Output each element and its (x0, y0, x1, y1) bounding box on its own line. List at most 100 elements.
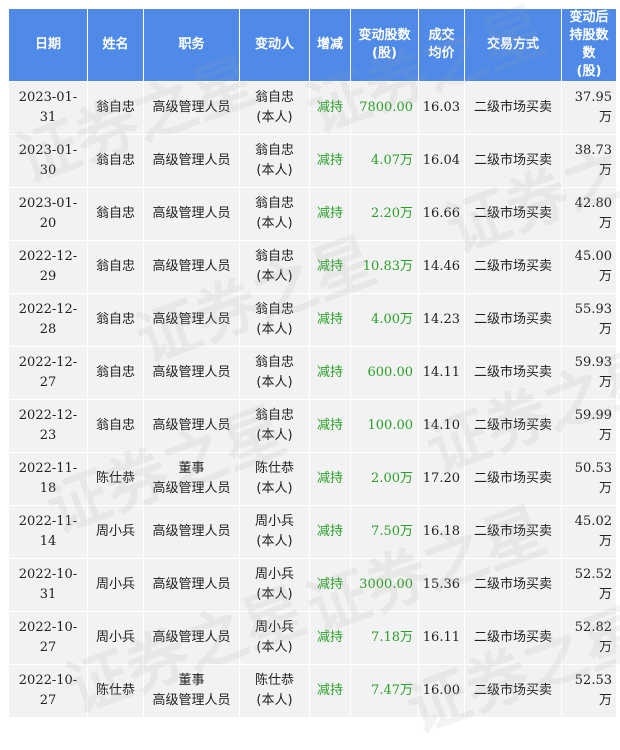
header-shares-line2: (股) (372, 46, 397, 61)
position-cell: 高级管理人员 (143, 505, 240, 559)
position-cell-line: 高级管理人员 (152, 524, 231, 539)
position-cell: 高级管理人员 (143, 81, 240, 135)
holding-cell: 45.00万 (561, 240, 617, 294)
name-cell: 陈仕恭 (87, 664, 144, 718)
changer-cell: 翁自忠 (本人) (239, 134, 310, 188)
changer-cell-line: (本人) (256, 481, 293, 496)
position-cell: 高级管理人员 (143, 346, 240, 400)
price-cell: 14.23 (418, 293, 465, 347)
changer-cell-line: (本人) (256, 110, 293, 125)
position-cell: 高级管理人员 (143, 134, 240, 188)
method-cell: 二级市场买卖 (464, 558, 562, 612)
name-cell: 陈仕恭 (87, 452, 144, 506)
position-cell: 高级管理人员 (143, 240, 240, 294)
method-cell: 二级市场买卖 (464, 293, 562, 347)
changer-cell-line: (本人) (256, 269, 293, 284)
position-cell-line: 高级管理人员 (152, 153, 231, 168)
price-cell: 17.20 (418, 452, 465, 506)
position-cell: 高级管理人员 (143, 293, 240, 347)
changer-cell-line: (本人) (256, 428, 293, 443)
position-cell: 高级管理人员 (143, 187, 240, 241)
holding-cell: 38.73万 (561, 134, 617, 188)
changer-cell: 陈仕恭 (本人) (239, 664, 310, 718)
price-cell: 15.36 (418, 558, 465, 612)
price-cell: 14.11 (418, 346, 465, 400)
direction-cell: 减持 (309, 240, 351, 294)
header-price-line2: 均价 (428, 46, 455, 61)
price-cell: 16.03 (418, 81, 465, 135)
shares-cell: 2.00万 (350, 452, 419, 506)
direction-cell: 减持 (309, 611, 351, 665)
header-shares-line1: 变动股数 (358, 28, 411, 43)
header-holding: 变动后 持股数数 (股) (561, 8, 617, 82)
position-cell: 高级管理人员 (143, 611, 240, 665)
table-row: 2022-10-27 周小兵 高级管理人员 周小兵 (本人) 减持 7.18万 16.11 二级… (8, 611, 617, 665)
changer-cell-line: 周小兵 (254, 514, 294, 529)
table-row: 2023-01-20 翁自忠 高级管理人员 翁自忠 (本人) 减持 2.20万 16.66 二级… (8, 187, 617, 241)
changer-cell: 翁自忠 (本人) (239, 81, 310, 135)
shares-cell: 7.18万 (350, 611, 419, 665)
shares-cell: 2.20万 (350, 187, 419, 241)
changer-cell-line: 翁自忠 (254, 196, 294, 211)
changer-cell-line: (本人) (256, 693, 293, 708)
table-row: 2023-01-31 翁自忠 高级管理人员 翁自忠 (本人) 减持 7800.00 16.03… (8, 81, 617, 135)
changer-cell: 翁自忠 (本人) (239, 346, 310, 400)
table-row: 2022-10-31 周小兵 高级管理人员 周小兵 (本人) 减持 3000.00 15.36… (8, 558, 617, 612)
header-price-line1: 成交 (428, 28, 455, 43)
shares-cell: 7.50万 (350, 505, 419, 559)
changer-cell-line: (本人) (256, 640, 293, 655)
date-cell: 2022-12-29 (8, 240, 88, 294)
direction-cell: 减持 (309, 293, 351, 347)
position-cell: 高级管理人员 (143, 399, 240, 453)
holding-cell: 59.99万 (561, 399, 617, 453)
holding-cell: 52.82万 (561, 611, 617, 665)
price-cell: 16.66 (418, 187, 465, 241)
price-cell: 16.00 (418, 664, 465, 718)
method-cell: 二级市场买卖 (464, 505, 562, 559)
shares-cell: 3000.00 (350, 558, 419, 612)
holding-cell: 52.53万 (561, 664, 617, 718)
changer-cell: 陈仕恭 (本人) (239, 452, 310, 506)
date-cell: 2022-10-27 (8, 664, 88, 718)
table-row: 2023-01-30 翁自忠 高级管理人员 翁自忠 (本人) 减持 4.07万 16.04 二级… (8, 134, 617, 188)
changer-cell-line: (本人) (256, 375, 293, 390)
holding-cell: 50.53万 (561, 452, 617, 506)
method-cell: 二级市场买卖 (464, 664, 562, 718)
changer-cell: 周小兵 (本人) (239, 558, 310, 612)
price-cell: 16.11 (418, 611, 465, 665)
changer-cell-line: (本人) (256, 163, 293, 178)
name-cell: 周小兵 (87, 558, 144, 612)
table-row: 2022-12-23 翁自忠 高级管理人员 翁自忠 (本人) 减持 100.00 14.10 二… (8, 399, 617, 453)
date-cell: 2023-01-30 (8, 134, 88, 188)
changer-cell-line: (本人) (256, 534, 293, 549)
position-cell-line: 高级管理人员 (152, 100, 231, 115)
changer-cell: 翁自忠 (本人) (239, 240, 310, 294)
method-cell: 二级市场买卖 (464, 399, 562, 453)
header-method: 交易方式 (464, 8, 562, 82)
method-cell: 二级市场买卖 (464, 346, 562, 400)
header-holding-line2: 持股数数 (569, 28, 609, 61)
direction-cell: 减持 (309, 452, 351, 506)
date-cell: 2022-12-23 (8, 399, 88, 453)
header-holding-line3: (股) (576, 64, 602, 79)
position-cell: 董事 高级管理人员 (143, 452, 240, 506)
changer-cell: 周小兵 (本人) (239, 505, 310, 559)
direction-cell: 减持 (309, 81, 351, 135)
header-direction: 增减 (309, 8, 351, 82)
table-row: 2022-12-28 翁自忠 高级管理人员 翁自忠 (本人) 减持 4.00万 14.23 二级… (8, 293, 617, 347)
name-cell: 翁自忠 (87, 346, 144, 400)
shares-cell: 100.00 (350, 399, 419, 453)
header-row: 日期 姓名 职务 变动人 增减 变动股数 (股) 成交 均价 交易方式 变动后 … (8, 8, 617, 82)
method-cell: 二级市场买卖 (464, 81, 562, 135)
position-cell-line: 高级管理人员 (152, 259, 231, 274)
date-cell: 2022-12-27 (8, 346, 88, 400)
position-cell: 董事 高级管理人员 (143, 664, 240, 718)
holding-cell: 42.80万 (561, 187, 617, 241)
direction-cell: 减持 (309, 346, 351, 400)
changer-cell-line: 翁自忠 (254, 90, 294, 105)
method-cell: 二级市场买卖 (464, 452, 562, 506)
changer-cell-line: (本人) (256, 216, 293, 231)
insider-trading-table-container: 日期 姓名 职务 变动人 增减 变动股数 (股) 成交 均价 交易方式 变动后 … (8, 8, 617, 718)
table-row: 2022-12-27 翁自忠 高级管理人员 翁自忠 (本人) 减持 600.00 14.11 二… (8, 346, 617, 400)
method-cell: 二级市场买卖 (464, 134, 562, 188)
